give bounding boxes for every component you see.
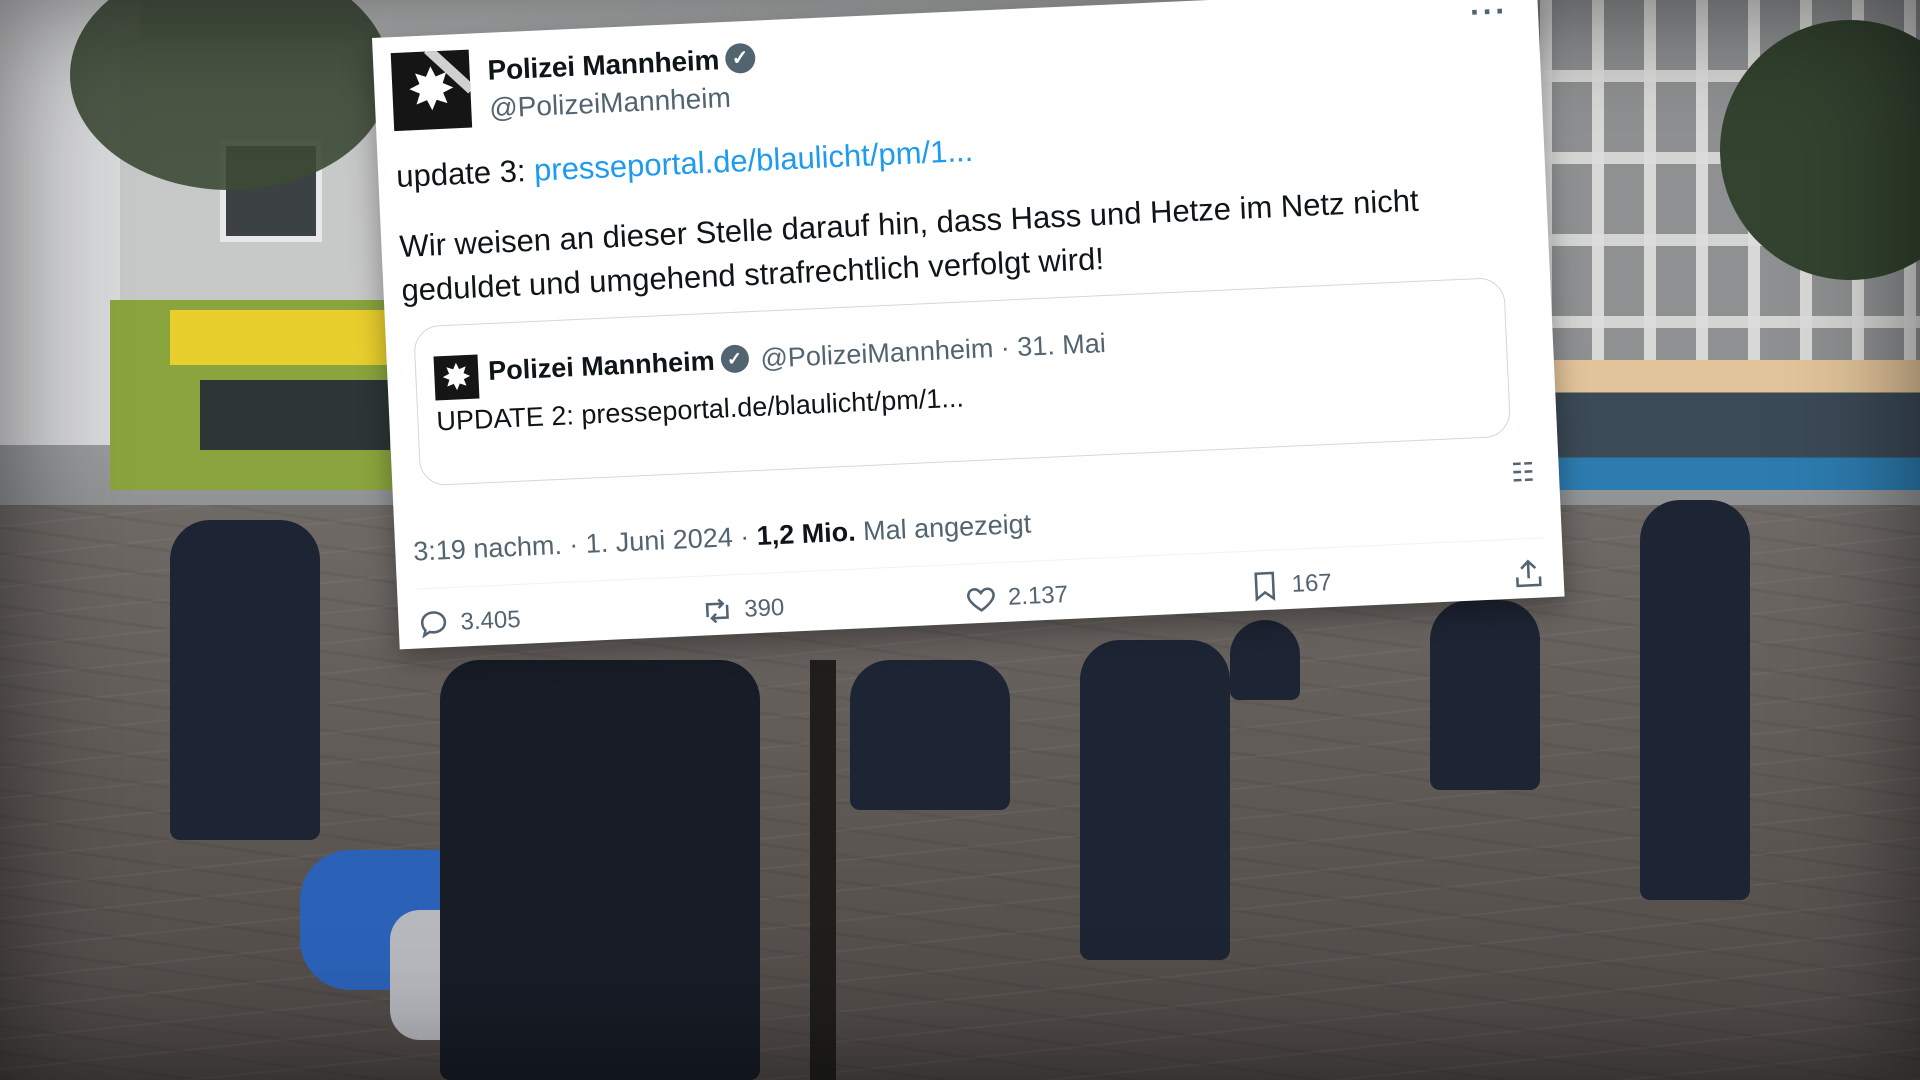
share-button[interactable] (1511, 556, 1547, 592)
update-prefix: update 3: (395, 152, 535, 195)
quoted-author-name: Polizei Mannheim (487, 345, 716, 387)
verified-badge-icon: ✓ (719, 344, 750, 374)
reply-count: 3.405 (459, 605, 522, 636)
bookmark-icon (1254, 571, 1276, 602)
verified-badge-icon: ✓ (724, 42, 756, 74)
tweet-card: ✸ Polizei Mannheim ✓ @PolizeiMannheim ···… (372, 0, 1565, 650)
more-dots-icon[interactable]: ··· (1469, 0, 1509, 31)
author-handle[interactable]: @PolizeiMannheim (489, 82, 732, 125)
author-name-row[interactable]: Polizei Mannheim ✓ (487, 42, 756, 87)
tweet-update-line: update 3: presseportal.de/blaulicht/pm/1… (396, 133, 974, 195)
heart-icon (967, 587, 995, 612)
reply-icon (420, 611, 447, 639)
views-label: Mal angezeigt (854, 508, 1032, 547)
bookmark-count: 167 (1291, 569, 1333, 598)
quoted-text: UPDATE 2: presseportal.de/blaulicht/pm/1… (435, 382, 965, 437)
author-name[interactable]: Polizei Mannheim (487, 44, 720, 85)
grok-summary-icon[interactable]: ☷ (1506, 456, 1539, 489)
reply-button[interactable]: 3.405 (416, 603, 521, 642)
author-avatar[interactable]: ✸ (390, 49, 473, 132)
like-button[interactable]: 2.137 (963, 578, 1069, 617)
repost-icon (705, 598, 729, 624)
update-link[interactable]: presseportal.de/blaulicht/pm/1... (533, 133, 974, 188)
repost-count: 390 (743, 593, 785, 623)
tweet-timestamp[interactable]: 3:19 nachm. · 1. Juni 2024 · (413, 521, 758, 566)
quoted-author-avatar: ✸ (433, 354, 480, 401)
share-icon (1516, 559, 1542, 588)
tweet-timestamp-row: 3:19 nachm. · 1. Juni 2024 · 1,2 Mio. Ma… (413, 509, 1032, 568)
quoted-meta: @PolizeiMannheim · 31. Mai (759, 328, 1107, 374)
quoted-tweet[interactable]: ✸ Polizei Mannheim ✓ @PolizeiMannheim · 31… (413, 276, 1512, 487)
repost-button[interactable]: 390 (700, 591, 786, 629)
bookmark-button[interactable]: 167 (1247, 566, 1333, 604)
like-count: 2.137 (1007, 581, 1069, 611)
quoted-author-row: Polizei Mannheim ✓ @PolizeiMannheim · 31. … (488, 328, 1107, 387)
views-count: 1,2 Mio. (756, 516, 857, 552)
